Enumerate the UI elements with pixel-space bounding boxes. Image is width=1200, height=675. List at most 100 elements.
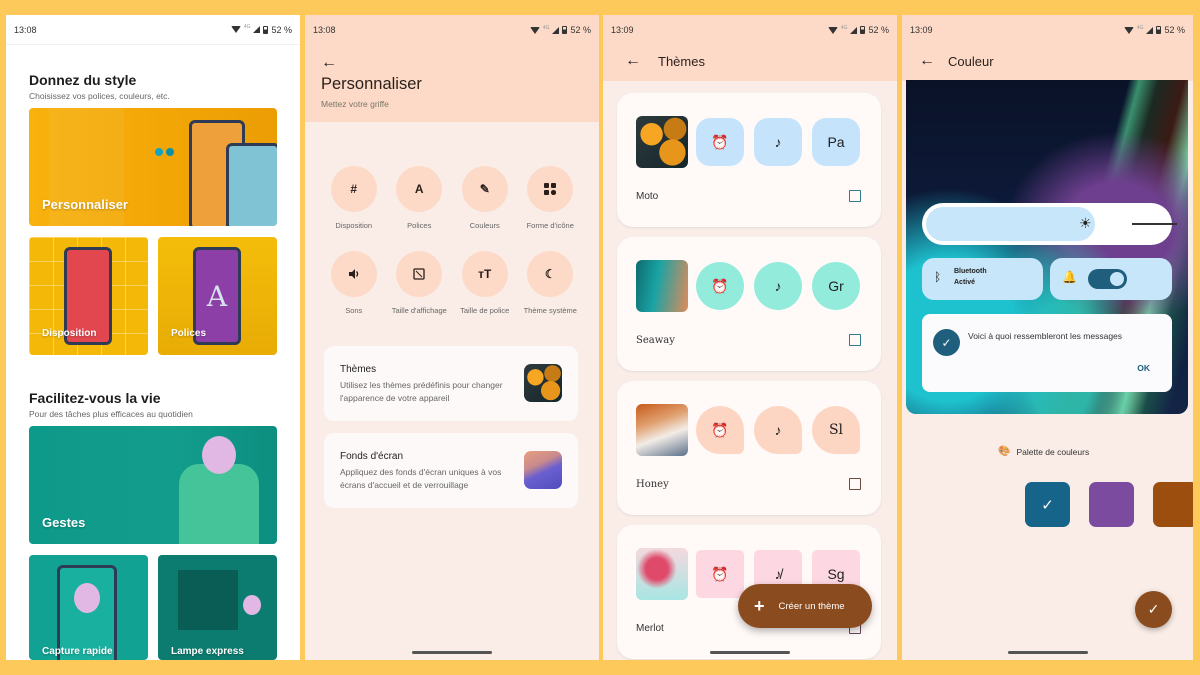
theme-name: Moto — [636, 191, 659, 202]
tile-polices[interactable]: A Polices — [158, 237, 277, 355]
person-illustration — [179, 464, 259, 544]
tile-disposition[interactable]: Disposition — [29, 237, 148, 355]
grid-item-taille-affichage[interactable]: Taille d'affichage — [387, 251, 453, 326]
phone-screen-home-tips: 13:08 4G 52 % Donnez du style Choisissez… — [6, 15, 300, 660]
status-bar: 13:09 4G 52 % — [603, 15, 897, 45]
brightness-icon: ☀ — [1079, 215, 1092, 231]
phone-illustration — [226, 143, 277, 226]
tile-gestes[interactable]: Gestes — [29, 426, 277, 544]
grid-item-disposition[interactable]: # Disposition — [321, 166, 387, 241]
gesture-bar[interactable] — [710, 651, 790, 654]
wifi-icon — [1123, 26, 1134, 34]
signal-icon — [850, 26, 858, 34]
tile-label: Capture rapide — [42, 646, 113, 657]
grid-item-forme-icone[interactable]: Forme d'icône — [518, 166, 584, 241]
theme-checkbox[interactable] — [849, 478, 861, 490]
brightness-slider[interactable]: ☀ — [922, 203, 1177, 245]
option-card-themes[interactable]: Thèmes Utilisez les thèmes prédéfinis po… — [324, 346, 578, 421]
icon-shape-icon — [527, 166, 574, 212]
font-size-icon: ᴛT — [461, 251, 508, 297]
grid-item-taille-police[interactable]: ᴛT Taille de police — [452, 251, 518, 326]
theme-card-honey[interactable]: ⏰ ♪ Sl Honey — [617, 381, 881, 515]
bell-icon: 🔔 — [1062, 270, 1077, 284]
back-arrow-icon[interactable]: ← — [919, 53, 935, 69]
font-sample: Gr — [812, 262, 860, 310]
grid-icon: # — [330, 166, 377, 212]
tile-capture-rapide[interactable]: Capture rapide — [29, 555, 148, 660]
ok-button[interactable]: OK — [1137, 363, 1150, 373]
font-sample: Sl — [812, 406, 860, 454]
grid-item-sons[interactable]: Sons — [321, 251, 387, 326]
alarm-icon: ⏰ — [696, 262, 744, 310]
color-swatch-blue[interactable]: ✓ — [1025, 482, 1070, 527]
page-title: Thèmes — [658, 54, 705, 69]
message-preview-card: ✓ Voici à quoi ressembleront les message… — [922, 314, 1172, 392]
status-time: 13:08 — [14, 24, 37, 35]
gesture-bar[interactable] — [1007, 651, 1088, 654]
theme-name: Honey — [636, 479, 669, 490]
grid-item-theme-systeme[interactable]: ☾ Thème système — [518, 251, 584, 326]
ring-toggle[interactable] — [1088, 269, 1127, 289]
check-icon: ✓ — [1147, 601, 1160, 617]
music-note-icon: ♪ — [754, 406, 802, 454]
section-subtitle: Choisissez vos polices, couleurs, etc. — [29, 91, 170, 101]
tile-label: Gestes — [42, 515, 86, 530]
back-arrow-icon[interactable]: ← — [625, 53, 641, 69]
brightness-track — [1132, 223, 1177, 225]
back-arrow-icon[interactable]: ← — [321, 55, 337, 71]
theme-card-moto[interactable]: ⏰ ♪ Pa Moto — [617, 93, 881, 227]
signal-icon — [1146, 26, 1154, 34]
grid-label: Polices — [407, 221, 432, 230]
apply-button[interactable]: ✓ — [1135, 591, 1172, 628]
network-type: 4G — [542, 24, 550, 31]
create-theme-label: Créer un thème — [778, 600, 845, 612]
theme-wallpaper-thumb — [636, 404, 688, 456]
grid-label: Forme d'icône — [526, 221, 574, 230]
status-bar: 13:08 4G 52 % — [6, 15, 300, 45]
page-subtitle: Mettez votre griffe — [321, 99, 389, 109]
theme-checkbox[interactable] — [849, 334, 861, 346]
section-title: Facilitez-vous la vie — [29, 390, 161, 406]
tile-label: Disposition — [42, 328, 97, 339]
alarm-icon: ⏰ — [696, 550, 744, 598]
font-sample: Pa — [812, 118, 860, 166]
battery-icon — [860, 26, 866, 34]
create-theme-button[interactable]: + Créer un thème — [738, 584, 872, 628]
tile-personnaliser[interactable]: Personnaliser — [29, 108, 277, 226]
color-swatch-orange[interactable] — [1153, 482, 1193, 527]
plus-icon: + — [754, 596, 765, 616]
grid-label: Sons — [345, 306, 363, 315]
grid-item-couleurs[interactable]: ✎ Couleurs — [452, 166, 518, 241]
option-card-wallpapers[interactable]: Fonds d'écran Appliquez des fonds d'écra… — [324, 433, 578, 508]
bluetooth-label: Bluetooth — [954, 268, 987, 275]
message-preview-text: Voici à quoi ressembleront les messages — [968, 331, 1123, 341]
status-bar: 13:09 4G 52 % — [902, 15, 1193, 45]
eyedropper-icon: ✎ — [461, 166, 508, 212]
grid-label: Taille d'affichage — [391, 306, 447, 315]
ring-tile[interactable]: 🔔 — [1050, 258, 1172, 300]
theme-card-seaway[interactable]: ⏰ ♪ Gr Seaway — [617, 237, 881, 371]
music-note-icon: ♪ — [754, 118, 802, 166]
theme-wallpaper-thumb — [636, 116, 688, 168]
alarm-icon: ⏰ — [696, 118, 744, 166]
option-description: Appliquez des fonds d'écran uniques à vo… — [340, 467, 502, 490]
grid-label: Thème système — [523, 306, 577, 315]
status-bar: 13:08 4G 52 % — [305, 15, 599, 45]
tile-lampe-express[interactable]: Lampe express — [158, 555, 277, 660]
option-description: Utilisez les thèmes prédéfinis pour chan… — [340, 380, 503, 403]
theme-name: Seaway — [636, 335, 675, 346]
color-swatch-purple[interactable] — [1089, 482, 1134, 527]
header: 13:09 4G 52 % ← Couleur — [902, 15, 1193, 81]
grid-item-polices[interactable]: A Polices — [387, 166, 453, 241]
theme-wallpaper-thumb — [636, 260, 688, 312]
check-circle-icon: ✓ — [933, 329, 960, 356]
alarm-icon: ⏰ — [696, 406, 744, 454]
battery-level: 52 % — [868, 25, 889, 35]
tile-label: Personnaliser — [42, 197, 128, 212]
theme-checkbox[interactable] — [849, 190, 861, 202]
wifi-icon — [529, 26, 540, 34]
gesture-bar[interactable] — [412, 651, 492, 654]
bluetooth-status: Activé — [954, 279, 976, 286]
bluetooth-tile[interactable]: ᛒ Bluetooth Activé — [922, 258, 1043, 300]
palette-text: Palette de couleurs — [1016, 446, 1090, 457]
